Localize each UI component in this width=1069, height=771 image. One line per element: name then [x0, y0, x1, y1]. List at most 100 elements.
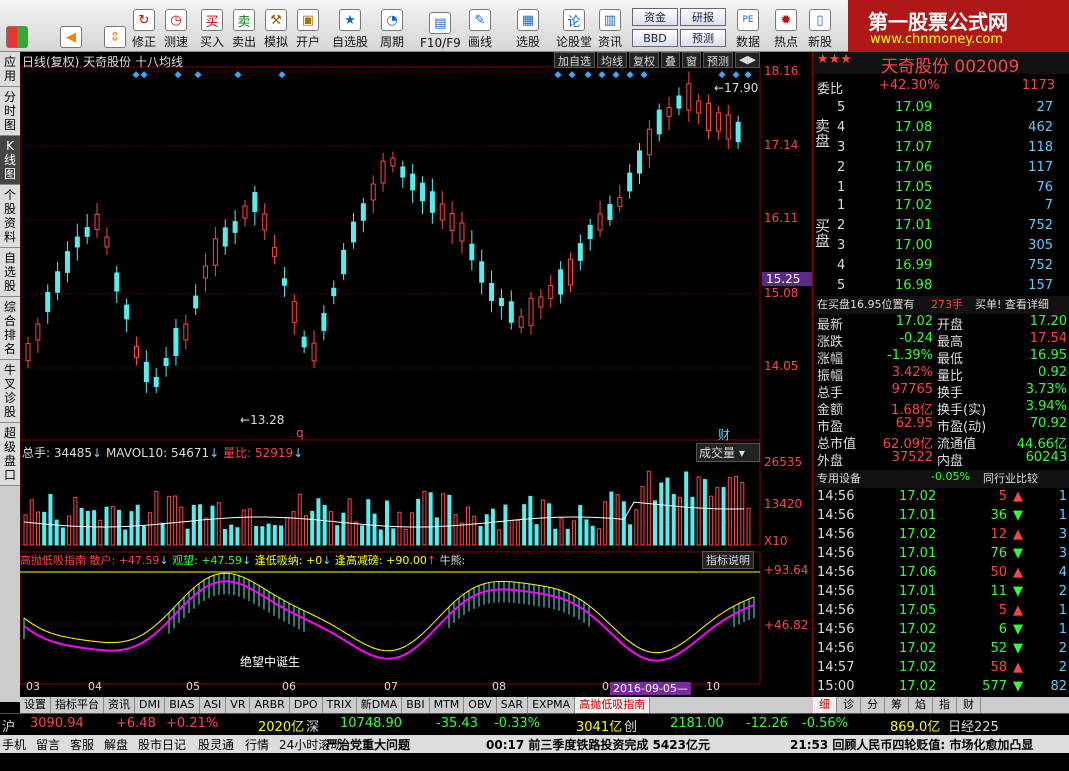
chart-button[interactable]: 叠: [661, 52, 680, 68]
candle: [508, 301, 514, 323]
indicator-tab[interactable]: BBI: [402, 697, 430, 713]
chart-button[interactable]: 预测: [703, 52, 733, 68]
left-tab[interactable]: 综合排名: [0, 297, 20, 360]
down-arrow-icon: ▼: [1013, 679, 1023, 694]
watchlist-button[interactable]: ★ 自选股: [332, 2, 368, 50]
indicator-tab[interactable]: 新DMA: [357, 697, 403, 713]
simulate-button[interactable]: ⚒ 模拟: [264, 2, 288, 50]
left-tab[interactable]: 个股资料: [0, 185, 20, 248]
indicator-tab[interactable]: VR: [226, 697, 251, 713]
volume-bar: [141, 525, 146, 546]
indicator-tab[interactable]: EXPMA: [528, 697, 576, 713]
forum-button[interactable]: 论论股堂: [556, 2, 592, 50]
left-tab[interactable]: 超级盘口: [0, 423, 20, 486]
volume-bar: [416, 498, 421, 546]
indicator-tab[interactable]: SAR: [497, 697, 529, 713]
sell-label: 卖盘: [813, 118, 831, 148]
order-book-row: 2 17.06 117: [837, 160, 1053, 175]
sell-button[interactable]: 卖卖出: [232, 2, 256, 50]
fund-button[interactable]: 资金: [632, 8, 678, 26]
status-item[interactable]: 股市日记: [138, 736, 186, 753]
speed-test-button[interactable]: ◷ 测速: [164, 2, 188, 50]
indicator-tab[interactable]: ARBR: [250, 697, 290, 713]
quote-tab[interactable]: 指: [933, 697, 957, 713]
period-button[interactable]: ◔ 周期: [380, 2, 404, 50]
candle: [341, 249, 347, 275]
volume-bar: [291, 511, 296, 546]
status-item[interactable]: 手机: [2, 736, 26, 753]
research-button[interactable]: 研报: [680, 8, 726, 26]
status-item[interactable]: 留言: [36, 736, 60, 753]
compare-button[interactable]: 同行业比较: [983, 470, 1038, 486]
kline-chart[interactable]: 日线(复权) 天奇股份 十八均线 加自选 均线 复权叠窗预测 ◀▶ 18.16 17.…: [19, 52, 813, 697]
left-tab[interactable]: 牛叉诊股: [0, 360, 20, 423]
left-tab[interactable]: 自选股: [0, 248, 20, 297]
news-ticker[interactable]: 21:53 回顾人民币四轮贬值: 市场化愈加凸显: [790, 736, 1033, 753]
up-down-icon[interactable]: ⇕: [104, 2, 126, 50]
indicator-tab[interactable]: MTM: [430, 697, 465, 713]
indicator-tab[interactable]: 高抛低吸指南: [575, 697, 651, 713]
news-button[interactable]: ▥ 资讯: [598, 2, 622, 50]
indicator-help-button[interactable]: 指标说明: [702, 551, 754, 569]
bbd-button[interactable]: BBD: [632, 29, 678, 47]
fix-button[interactable]: ↻ 修正: [132, 2, 156, 50]
status-item[interactable]: 股灵通: [198, 736, 234, 753]
open-account-button[interactable]: ▣ 开户: [296, 2, 320, 50]
chart-button[interactable]: 加自选: [554, 52, 595, 68]
volume-bar: [279, 525, 284, 546]
volume-bar: [185, 528, 190, 546]
new-stock-button[interactable]: ▯ 新股: [808, 2, 832, 50]
volume-bar: [565, 528, 570, 546]
candle: [528, 297, 534, 327]
indicator-tab[interactable]: OBV: [464, 697, 497, 713]
back-button[interactable]: ◀: [60, 2, 82, 50]
buy-button[interactable]: 买买入: [200, 2, 224, 50]
indicator-tab[interactable]: 资讯: [104, 697, 135, 713]
volume-bar: [73, 496, 78, 546]
finance-marker[interactable]: 财: [718, 426, 730, 443]
hot-button[interactable]: ✹ 热点: [774, 2, 798, 50]
chart-button[interactable]: 均线: [597, 52, 627, 68]
candle: [587, 224, 593, 240]
volume-selector[interactable]: 成交量 ▾: [696, 443, 760, 462]
forecast-button[interactable]: 预测: [680, 29, 726, 47]
quote-tab[interactable]: 筹: [885, 697, 909, 713]
news-ticker[interactable]: 00:17 前三季度铁路投资完成 5423亿元: [486, 736, 710, 753]
data-button[interactable]: PE 数据: [736, 2, 760, 50]
grid-icon[interactable]: [6, 2, 28, 50]
status-item[interactable]: 行情: [245, 736, 269, 753]
indicator-tab[interactable]: TRIX: [323, 697, 357, 713]
news-ticker[interactable]: 严治党重大问题: [326, 736, 410, 753]
order-notice[interactable]: 在买盘16.95位置有 273手 买单! 查看详细: [813, 296, 1069, 314]
high-price-marker: ←17.90: [714, 81, 759, 95]
candle: [232, 221, 238, 233]
quote-tab[interactable]: 诊: [837, 697, 861, 713]
event-marker[interactable]: q: [296, 426, 304, 440]
signal-marker: [132, 71, 140, 79]
chart-menu-icon[interactable]: ◀▶: [735, 52, 760, 68]
quote-tab[interactable]: 分: [861, 697, 885, 713]
status-item[interactable]: 解盘: [104, 736, 128, 753]
tick-row: 14:56 17.06 50 ▲ 4: [817, 565, 1067, 580]
left-tab[interactable]: 分时图: [0, 87, 20, 136]
quote-tab[interactable]: 焰: [909, 697, 933, 713]
indicator-tab[interactable]: 指标平台: [51, 697, 104, 713]
quote-tab[interactable]: 财: [957, 697, 981, 713]
candle: [390, 157, 396, 167]
indicator-tab[interactable]: BIAS: [165, 697, 200, 713]
volume-bar: [254, 525, 259, 546]
stock-select-button[interactable]: ▦ 选股: [516, 2, 540, 50]
f10-button[interactable]: ▤ F10/F9: [420, 2, 461, 50]
left-tab[interactable]: 应用: [0, 52, 20, 87]
chart-button[interactable]: 窗: [682, 52, 701, 68]
indicator-tab[interactable]: DPO: [290, 697, 323, 713]
draw-button[interactable]: ✎ 画线: [468, 2, 492, 50]
indicator-tab[interactable]: DMI: [135, 697, 166, 713]
status-item[interactable]: 客服: [70, 736, 94, 753]
quote-tab[interactable]: 细: [813, 697, 837, 713]
chart-button[interactable]: 复权: [629, 52, 659, 68]
left-tab[interactable]: K线图: [0, 136, 20, 185]
indicator-tab[interactable]: 设置: [20, 697, 51, 713]
indicator-tab[interactable]: ASI: [200, 697, 227, 713]
sh-change: +6.48: [116, 716, 156, 731]
